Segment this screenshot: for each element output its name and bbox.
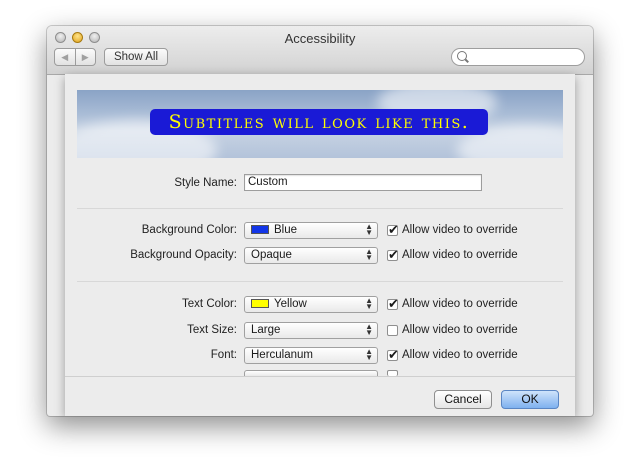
text-size-popup[interactable]: Large ▲ ▼ (244, 322, 378, 339)
background-color-override-label: Allow video to override (402, 224, 518, 236)
subtitle-preview: Subtitles will look like this. (77, 90, 563, 158)
background-opacity-label: Background Opacity: (130, 249, 237, 261)
background-color-override-checkbox[interactable] (387, 222, 399, 238)
subtitle-style-sheet: Subtitles will look like this. Style Nam… (65, 74, 575, 416)
text-size-label: Text Size: (187, 324, 237, 336)
popup-arrows-icon: ▲ ▼ (365, 296, 373, 311)
text-color-popup[interactable]: Yellow ▲ ▼ (244, 296, 378, 313)
text-size-override-checkbox[interactable] (387, 325, 398, 336)
font-value: Herculanum (251, 349, 313, 361)
background-opacity-value: Opaque (251, 249, 292, 261)
style-name-label: Style Name: (174, 177, 237, 189)
font-override-label: Allow video to override (402, 349, 518, 361)
title-bar: Accessibility ◀ ▶ Show All (47, 26, 593, 75)
font-label: Font: (210, 349, 237, 361)
separator (77, 281, 563, 282)
window-title: Accessibility (284, 31, 356, 46)
popup-arrows-icon: ▲ ▼ (365, 247, 373, 262)
background-opacity-override-label: Allow video to override (402, 249, 518, 261)
popup-arrows-icon: ▲ ▼ (365, 222, 373, 237)
background-color-value: Blue (274, 224, 298, 236)
back-forward-control[interactable]: ◀ ▶ (54, 48, 96, 66)
separator (77, 208, 563, 209)
text-color-override-label: Allow video to override (402, 298, 518, 310)
popup-arrows-icon: ▲ ▼ (365, 347, 373, 362)
search-field[interactable] (451, 48, 585, 66)
back-arrow-icon[interactable]: ◀ (55, 49, 76, 65)
yellow-swatch-icon (251, 299, 269, 308)
ok-button[interactable]: OK (501, 390, 559, 409)
subtitle-sample-text: Subtitles will look like this. (150, 109, 488, 135)
background-opacity-popup[interactable]: Opaque ▲ ▼ (244, 247, 378, 264)
cancel-button[interactable]: Cancel (434, 390, 492, 409)
text-size-override-label: Allow video to override (402, 324, 518, 336)
preferences-window: Accessibility ◀ ▶ Show All Subtitles wil… (47, 26, 593, 416)
show-all-button[interactable]: Show All (104, 48, 168, 66)
font-override-checkbox[interactable] (387, 347, 399, 363)
background-opacity-override-checkbox[interactable] (387, 247, 399, 263)
text-color-value: Yellow (274, 298, 307, 310)
blue-swatch-icon (251, 225, 269, 234)
text-color-override-checkbox[interactable] (387, 296, 399, 312)
popup-arrows-icon: ▲ ▼ (365, 322, 373, 337)
style-name-field[interactable]: Custom (244, 174, 482, 191)
font-popup[interactable]: Herculanum ▲ ▼ (244, 347, 378, 364)
text-color-label: Text Color: (182, 298, 237, 310)
background-color-label: Background Color: (141, 224, 237, 236)
text-size-value: Large (251, 324, 281, 336)
search-icon (457, 51, 467, 61)
forward-arrow-icon[interactable]: ▶ (76, 49, 96, 65)
footer-divider (65, 376, 575, 377)
background-color-popup[interactable]: Blue ▲ ▼ (244, 222, 378, 239)
